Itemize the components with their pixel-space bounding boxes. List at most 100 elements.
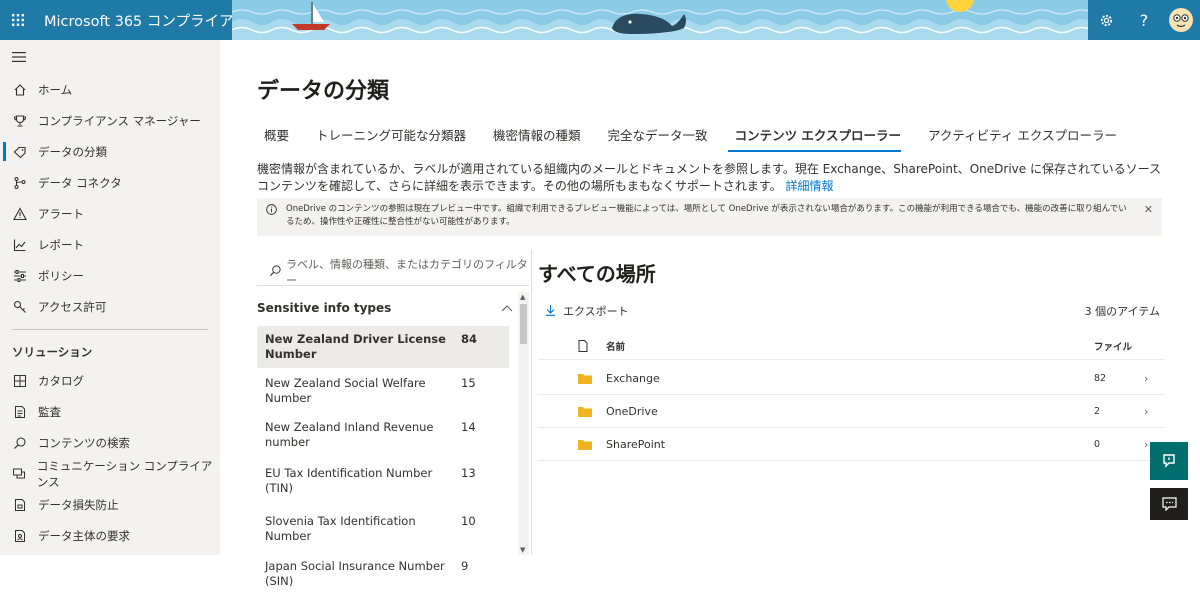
nav-item-data-loss-prevention[interactable]: データ損失防止 xyxy=(0,489,220,520)
nav-item-label: ポリシー xyxy=(38,268,84,283)
help-chat-button[interactable] xyxy=(1150,442,1188,480)
warning-icon xyxy=(12,206,28,222)
home-icon xyxy=(12,82,28,98)
list-item[interactable]: Japan Social Insurance Number (SIN) 9 xyxy=(257,554,509,595)
filter-input[interactable]: ラベル、情報の種類、またはカテゴリのフィルター xyxy=(257,258,529,287)
nav-item-alerts[interactable]: アラート xyxy=(0,198,220,229)
export-button[interactable]: エクスポート xyxy=(545,303,629,319)
left-navigation: ホーム コンプライアンス マネージャー データの分類 データ コネクタ アラート… xyxy=(0,40,220,555)
nav-item-data-classification[interactable]: データの分類 xyxy=(0,136,220,167)
list-item[interactable]: EU Tax Identification Number (TIN) 13 xyxy=(257,458,509,505)
tag-icon xyxy=(12,144,28,160)
theme-banner xyxy=(232,0,1088,40)
list-item[interactable]: New Zealand Social Welfare Number 15 xyxy=(257,368,509,415)
nav-item-permissions[interactable]: アクセス許可 xyxy=(0,291,220,322)
sliders-icon xyxy=(12,268,28,284)
question-icon: ? xyxy=(1139,10,1149,30)
doc-person-icon xyxy=(12,528,28,544)
help-button[interactable]: ? xyxy=(1129,5,1159,35)
item-name: New Zealand Driver License Number xyxy=(265,332,446,361)
learn-more-link[interactable]: 詳細情報 xyxy=(785,179,833,193)
description-text: 機密情報が含まれているか、ラベルが適用されている組織内のメールとドキュメントを参… xyxy=(257,162,1161,193)
scroll-down-icon[interactable]: ▼ xyxy=(520,546,525,554)
chart-icon xyxy=(12,237,28,253)
tab-sensitive-info-types[interactable]: 機密情報の種類 xyxy=(486,123,581,152)
chat-help-icon xyxy=(1163,454,1175,468)
folder-icon xyxy=(578,439,592,450)
location-name: SharePoint xyxy=(606,437,666,451)
name-column-header[interactable]: 名前 xyxy=(606,339,1094,353)
table-header: 名前 ファイル xyxy=(538,332,1165,360)
list-item[interactable]: Slovenia Tax Identification Number 10 xyxy=(257,505,509,554)
file-type-column-header[interactable] xyxy=(538,339,606,352)
nav-item-home[interactable]: ホーム xyxy=(0,74,220,105)
feedback-button[interactable] xyxy=(1150,488,1188,520)
list-item[interactable]: New Zealand Inland Revenue number 14 xyxy=(257,415,509,458)
tab-content-explorer[interactable]: コンテンツ エクスプローラー xyxy=(727,123,902,152)
nav-item-label: レポート xyxy=(38,237,84,252)
item-count: 13 xyxy=(461,466,476,480)
preview-info-banner: OneDrive のコンテンツの参照は現在プレビュー中です。組織で利用できるプレ… xyxy=(257,198,1162,236)
tab-trainable-classifiers[interactable]: トレーニング可能な分類器 xyxy=(309,123,466,152)
nav-item-data-connectors[interactable]: データ コネクタ xyxy=(0,167,220,198)
nav-item-communication-compliance[interactable]: コミュニケーション コンプライアンス xyxy=(0,458,220,489)
nav-toggle-button[interactable] xyxy=(0,40,220,74)
item-name: New Zealand Social Welfare Number xyxy=(265,376,426,405)
scrollbar-thumb[interactable] xyxy=(520,304,527,344)
tab-activity-explorer[interactable]: アクティビティ エクスプローラー xyxy=(921,123,1117,152)
tab-bar: 概要 トレーニング可能な分類器 機密情報の種類 完全なデータ一致 コンテンツ エ… xyxy=(257,123,1137,152)
list-item[interactable]: New Zealand Driver License Number 84 xyxy=(257,326,509,368)
topbar-actions: ? xyxy=(1088,0,1200,40)
item-count: 10 xyxy=(461,514,476,528)
shield-icon xyxy=(12,497,28,513)
nav-item-label: データの分類 xyxy=(38,144,107,159)
nav-item-label: アクセス許可 xyxy=(38,299,107,314)
main-content: データの分類 概要 トレーニング可能な分類器 機密情報の種類 完全なデータ一致 … xyxy=(220,40,1200,588)
gear-icon xyxy=(1101,14,1113,26)
export-label: エクスポート xyxy=(563,305,629,318)
download-icon xyxy=(545,304,556,319)
item-count: 9 xyxy=(461,559,469,573)
nav-item-compliance-manager[interactable]: コンプライアンス マネージャー xyxy=(0,105,220,136)
table-row[interactable]: Exchange 82 › xyxy=(538,362,1165,395)
file-count: 82 xyxy=(1094,372,1107,384)
nav-item-audit[interactable]: 監査 xyxy=(0,396,220,427)
nav-item-data-subject-requests[interactable]: データ主体の要求 xyxy=(0,520,220,551)
app-title[interactable]: Microsoft 365 コンプライアンス xyxy=(36,0,262,40)
nav-item-catalog[interactable]: カタログ xyxy=(0,365,220,396)
page-description: 機密情報が含まれているか、ラベルが適用されている組織内のメールとドキュメントを参… xyxy=(257,161,1162,195)
search-icon xyxy=(12,435,28,451)
locations-toolbar: エクスポート 3 個のアイテム xyxy=(538,296,1165,326)
search-icon xyxy=(269,264,282,280)
nav-item-label: データ損失防止 xyxy=(38,497,119,512)
tab-exact-data-match[interactable]: 完全なデータ一致 xyxy=(601,123,708,152)
sensitive-info-types-header[interactable]: Sensitive info types xyxy=(257,298,513,318)
info-banner-text: OneDrive のコンテンツの参照は現在プレビュー中です。組織で利用できるプレ… xyxy=(286,204,1127,227)
scroll-up-icon[interactable]: ▲ xyxy=(520,293,525,301)
chevron-up-icon xyxy=(501,305,513,312)
connector-icon xyxy=(12,175,28,191)
tab-overview[interactable]: 概要 xyxy=(257,123,289,152)
nav-item-reports[interactable]: レポート xyxy=(0,229,220,260)
nav-item-content-search[interactable]: コンテンツの検索 xyxy=(0,427,220,458)
feedback-icon xyxy=(1161,497,1177,511)
nav-item-label: コンテンツの検索 xyxy=(38,435,130,450)
key-icon xyxy=(12,299,28,315)
app-launcher-button[interactable] xyxy=(0,0,36,40)
nav-section-title: ソリューション xyxy=(12,345,93,359)
chevron-right-icon[interactable]: › xyxy=(1144,372,1165,385)
table-row[interactable]: SharePoint 0 › xyxy=(538,428,1165,461)
nav-divider xyxy=(12,329,208,330)
list-scrollbar[interactable]: ▲ ▼ xyxy=(518,292,529,555)
nav-item-policies[interactable]: ポリシー xyxy=(0,260,220,291)
folder-icon xyxy=(578,406,592,417)
item-name: Japan Social Insurance Number (SIN) xyxy=(265,559,445,588)
settings-button[interactable] xyxy=(1092,5,1122,35)
close-icon[interactable]: ✕ xyxy=(1144,203,1153,216)
table-row[interactable]: OneDrive 2 › xyxy=(538,395,1165,428)
files-column-header[interactable]: ファイル xyxy=(1094,339,1144,353)
item-count: 14 xyxy=(461,420,476,434)
chevron-right-icon[interactable]: › xyxy=(1144,405,1165,418)
avatar[interactable] xyxy=(1166,5,1196,35)
location-name: OneDrive xyxy=(606,404,658,418)
